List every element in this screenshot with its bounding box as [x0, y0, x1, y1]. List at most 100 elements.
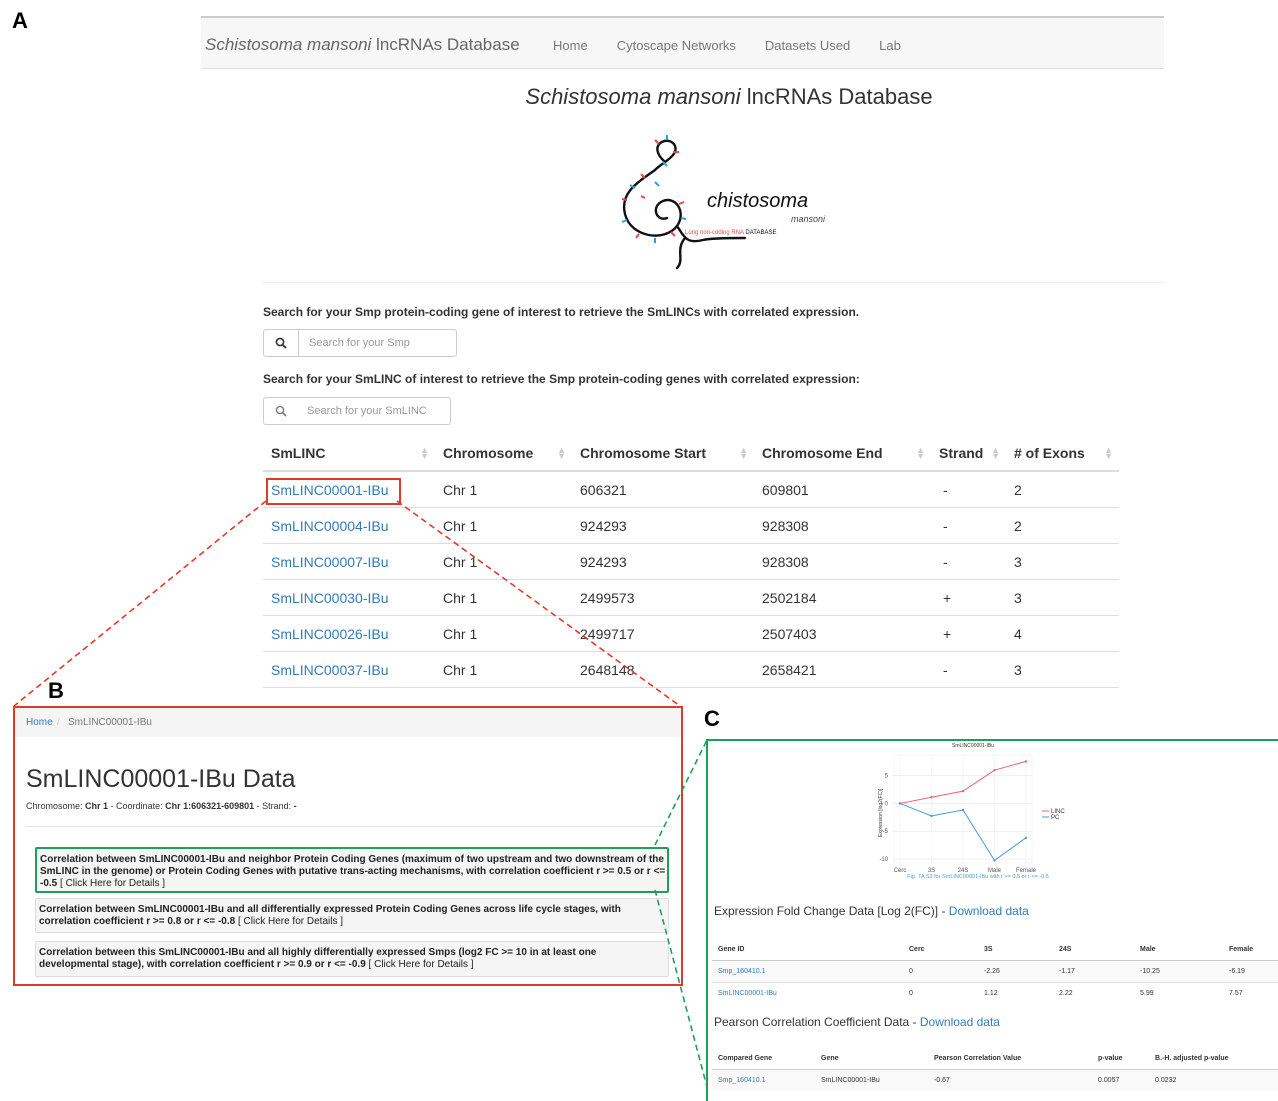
smlinc-table: SmLINC ▲ ▼ Chromosome ▲ ▼ Chromosome Start ▲ ▼…	[263, 436, 1119, 688]
correlation-panel-de[interactable]: Correlation between SmLINC00001-IBu and …	[35, 898, 669, 933]
site-logo: chistosoma mansoni Long non-coding RNA D…	[615, 134, 845, 274]
pc-col-pvalue: p-value	[1092, 1048, 1149, 1070]
cell-smlinc: SmLINC00030-IBu	[263, 579, 435, 616]
logo-sub: mansoni	[791, 214, 826, 224]
chart-point-pc	[993, 859, 996, 862]
cell-smlinc: SmLINC00004-IBu	[263, 507, 435, 544]
cell-exons: 3	[1006, 579, 1119, 616]
chart-point-linc	[993, 768, 996, 772]
col-chromosome-label: Chromosome	[443, 445, 534, 461]
cell-start: 2499573	[572, 579, 754, 616]
fc-col-male: Male	[1134, 939, 1223, 961]
table-header-row: SmLINC ▲ ▼ Chromosome ▲ ▼ Chromosome Start ▲ ▼…	[263, 436, 1119, 472]
fc-col-cerc: Cerc	[903, 939, 978, 961]
cell-exons: 2	[1006, 470, 1119, 508]
cell-exons: 2	[1006, 507, 1119, 544]
panel-letter-a: A	[12, 8, 28, 33]
cell-chromosome: Chr 1	[435, 543, 572, 580]
details-link[interactable]: [ Click Here for Details ]	[57, 878, 165, 889]
cell-start: 924293	[572, 507, 754, 544]
col-chromosome-start[interactable]: Chromosome Start ▲ ▼	[572, 436, 754, 472]
details-link[interactable]: [ Click Here for Details ]	[366, 959, 474, 970]
cell-end: 928308	[754, 543, 931, 580]
smlinc-link[interactable]: SmLINC00026-IBu	[271, 626, 389, 642]
chart-x-tick-label: Cerc	[894, 868, 907, 874]
chart-y-tick-label: 5	[885, 774, 889, 780]
table-row: Smp_160410.1 0 -2.26 -1.17 -10.25 -6.19	[712, 960, 1278, 983]
search-smlinc-label: Search for your SmLINC of interest to re…	[263, 372, 860, 386]
nav-home[interactable]: Home	[553, 38, 588, 53]
fc-col-3s: 3S	[978, 939, 1053, 961]
correlation-text: Correlation between this SmLINC00001-IBu…	[39, 947, 597, 970]
breadcrumb: Home / SmLINC00001-IBu	[15, 708, 681, 737]
search-smp-placeholder: Search for your Smp	[309, 337, 410, 349]
breadcrumb-current: SmLINC00001-IBu	[68, 717, 152, 728]
cell-strand: -	[931, 543, 1006, 580]
details-link[interactable]: [ Click Here for Details ]	[235, 916, 343, 927]
smlinc-link[interactable]: SmLINC00004-IBu	[271, 518, 389, 534]
smlinc-link[interactable]: SmLINC00037-IBu	[271, 662, 389, 678]
col-smlinc[interactable]: SmLINC ▲ ▼	[263, 436, 435, 472]
cell-start: 606321	[572, 470, 754, 508]
fc-cell: 0	[903, 982, 978, 1004]
col-chromosome[interactable]: Chromosome ▲ ▼	[435, 436, 572, 472]
smlinc-link[interactable]: SmLINC00030-IBu	[271, 590, 389, 606]
fc-cell: -2.26	[978, 960, 1053, 983]
cell-strand: -	[931, 470, 1006, 508]
sub-label-coordinate: - Coordinate:	[108, 801, 166, 811]
nav-lab[interactable]: Lab	[879, 38, 901, 53]
pc-download-link[interactable]: Download data	[920, 1015, 1000, 1029]
search-smp-input[interactable]: Search for your Smp	[263, 329, 457, 357]
navbar-brand[interactable]: Schistosoma mansoni lncRNAs Database	[205, 35, 520, 55]
table-row: SmLINC00004-IBu Chr 1 924293 928308 - 2	[263, 507, 1119, 544]
cell-start: 2499717	[572, 615, 754, 652]
panel-c-expression-data: SmLINC00001-IBu Expression [log2(FC)] Ce…	[706, 739, 1278, 1101]
pc-compared-gene-link[interactable]: Smp_160410.1	[712, 1069, 815, 1091]
page-title: Schistosoma mansoni lncRNAs Database	[0, 84, 1278, 110]
table-row: Smp_160410.1 SmLINC00001-IBu -0.67 0.005…	[712, 1069, 1278, 1091]
chart-point-pc	[930, 814, 933, 818]
smlinc-link[interactable]: SmLINC00007-IBu	[271, 554, 389, 570]
nav-cytoscape-networks[interactable]: Cytoscape Networks	[617, 38, 736, 53]
search-smlinc-input[interactable]: Search for your SmLINC	[263, 397, 451, 425]
chart-point-linc	[930, 796, 933, 799]
pc-cell: 0.0057	[1092, 1069, 1149, 1091]
col-exons-label: # of Exons	[1014, 445, 1085, 461]
fc-gene-link[interactable]: SmLINC00001-IBu	[712, 982, 903, 1004]
search-icon	[264, 398, 298, 424]
correlation-panel-neighbor[interactable]: Correlation between SmLINC00001-IBu and …	[35, 847, 669, 893]
col-strand-label: Strand	[939, 445, 984, 461]
detail-title: SmLINC00001-IBu Data	[26, 765, 296, 793]
cell-chromosome: Chr 1	[435, 470, 572, 508]
cell-chromosome: Chr 1	[435, 651, 572, 688]
fc-cell: -6.19	[1223, 960, 1278, 983]
sub-value-coordinate: Chr 1:606321-609801	[165, 801, 255, 811]
fc-gene-link[interactable]: Smp_160410.1	[712, 960, 903, 983]
col-exons[interactable]: # of Exons ▲ ▼	[1006, 436, 1119, 472]
brand-rest: lncRNAs Database	[371, 35, 520, 54]
fc-download-link[interactable]: Download data	[949, 904, 1029, 918]
cell-end: 609801	[754, 470, 931, 508]
logo-word: chistosoma	[707, 190, 809, 212]
chart-y-tick-label: 0	[885, 801, 889, 807]
chart-point-linc	[1024, 760, 1028, 763]
panel-letter-c: C	[704, 706, 720, 731]
cell-exons: 4	[1006, 615, 1119, 652]
expression-line-chart: SmLINC00001-IBu Expression [log2(FC)] Ce…	[878, 743, 1065, 880]
pc-heading: Pearson Correlation Coefficient Data - D…	[714, 1015, 1000, 1029]
nav-datasets-used[interactable]: Datasets Used	[765, 38, 850, 53]
pc-cell: SmLINC00001-IBu	[815, 1069, 928, 1091]
cell-chromosome: Chr 1	[435, 579, 572, 616]
cell-strand: -	[931, 651, 1006, 688]
correlation-panel-high-de[interactable]: Correlation between this SmLINC00001-IBu…	[35, 941, 669, 977]
breadcrumb-home[interactable]: Home	[26, 717, 53, 728]
cell-end: 2507403	[754, 615, 931, 652]
col-chromosome-end[interactable]: Chromosome End ▲ ▼	[754, 436, 931, 472]
chart-point-linc	[961, 789, 965, 793]
col-smlinc-label: SmLINC	[271, 445, 326, 461]
divider	[262, 282, 1165, 283]
col-strand[interactable]: Strand ▲ ▼	[931, 436, 1006, 472]
cell-strand: +	[931, 615, 1006, 652]
sub-value-chromosome: Chr 1	[85, 801, 109, 811]
cell-start: 2648148	[572, 651, 754, 688]
